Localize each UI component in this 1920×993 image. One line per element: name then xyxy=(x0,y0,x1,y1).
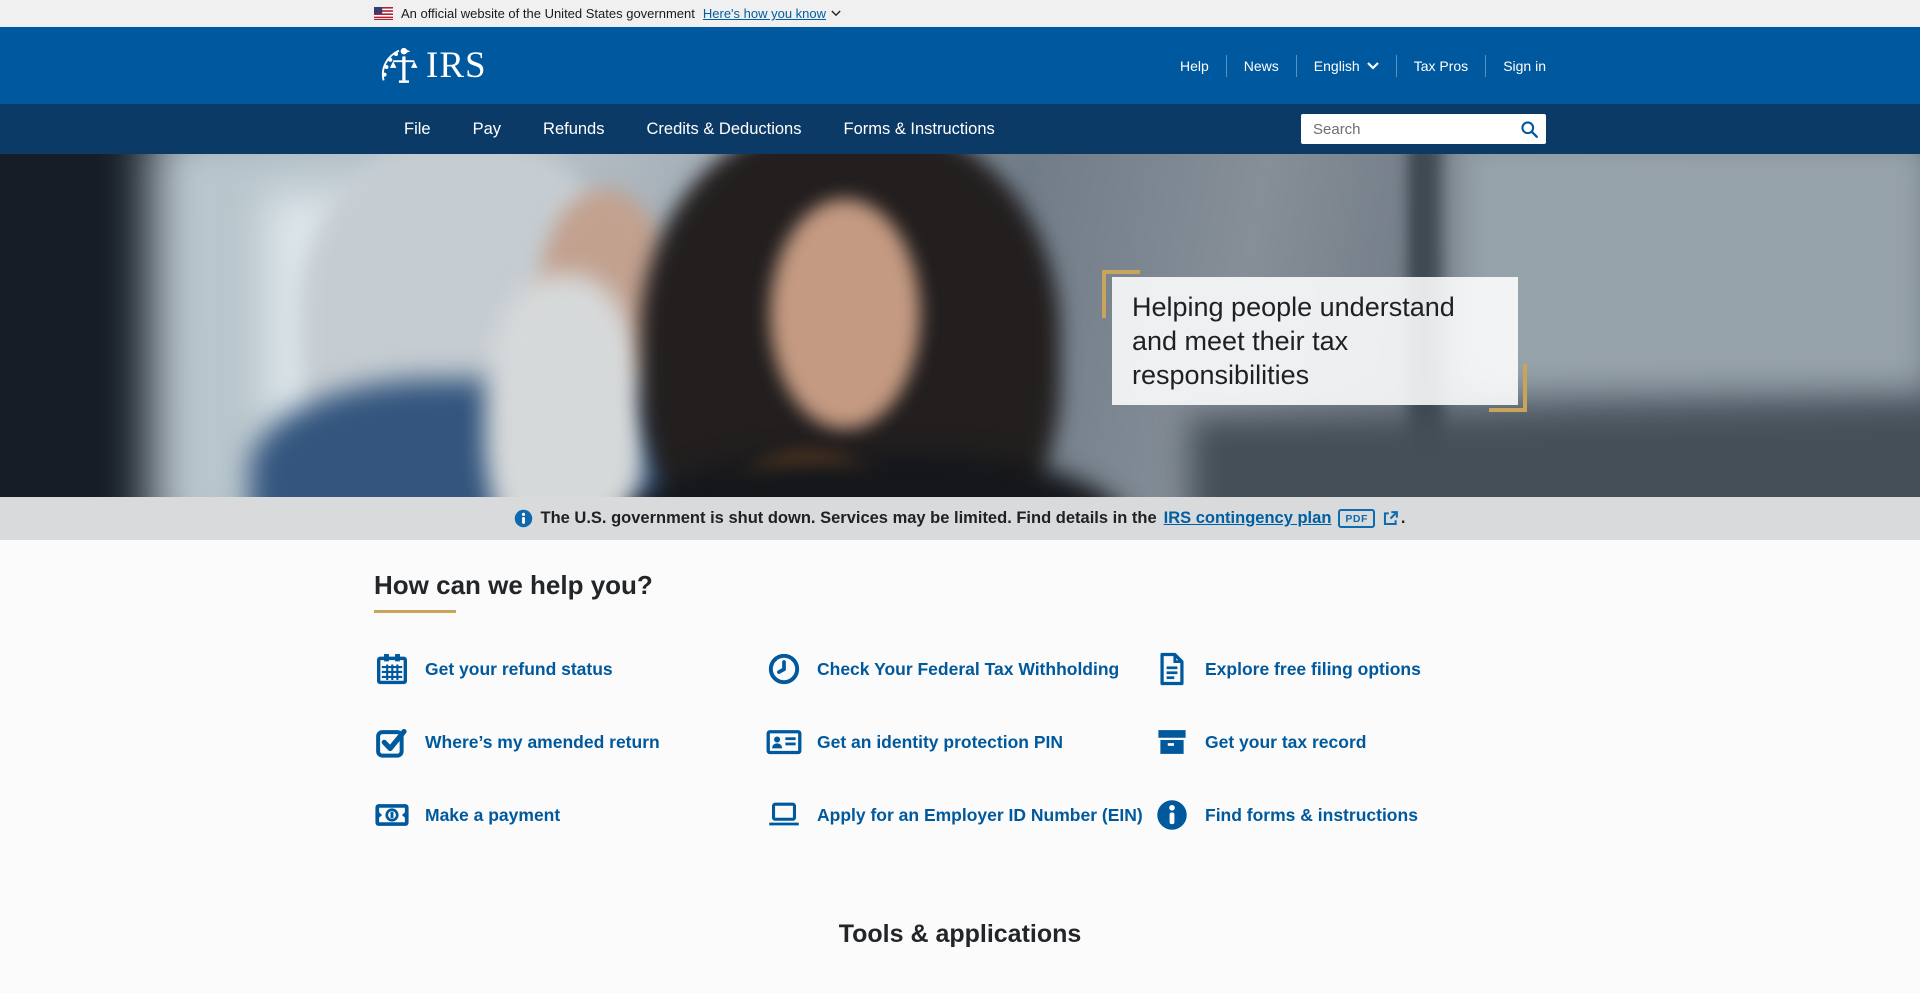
alert-period: . xyxy=(1401,509,1406,528)
help-link-label: Get your tax record xyxy=(1205,732,1366,753)
calendar-icon xyxy=(374,651,410,687)
id-card-icon xyxy=(766,724,802,760)
hero-photo xyxy=(0,154,1920,497)
tax-withholding-link[interactable]: Check Your Federal Tax Withholding xyxy=(766,651,1154,687)
help-link-label: Get your refund status xyxy=(425,659,613,680)
gov-banner: An official website of the United States… xyxy=(0,0,1920,27)
checkbox-icon xyxy=(374,724,410,760)
help-link-label: Check Your Federal Tax Withholding xyxy=(817,659,1119,680)
help-link-label: Apply for an Employer ID Number (EIN) xyxy=(817,805,1143,826)
make-payment-link[interactable]: Make a payment xyxy=(374,797,766,833)
apply-ein-link[interactable]: Apply for an Employer ID Number (EIN) xyxy=(766,797,1154,833)
help-link-label: Where’s my amended return xyxy=(425,732,660,753)
help-link[interactable]: Help xyxy=(1163,55,1226,77)
search-box xyxy=(1301,114,1546,144)
news-link[interactable]: News xyxy=(1226,55,1296,77)
main-nav: File Pay Refunds Credits & Deductions Fo… xyxy=(0,104,1920,154)
chevron-down-icon xyxy=(831,10,841,17)
info-circle-icon xyxy=(1154,797,1190,833)
search-input[interactable] xyxy=(1301,114,1546,144)
help-section: How can we help you? Get your refund sta… xyxy=(0,540,1920,993)
money-bill-icon xyxy=(374,797,410,833)
us-flag-icon xyxy=(374,7,393,20)
help-link-label: Find forms & instructions xyxy=(1205,805,1418,826)
info-icon xyxy=(514,509,533,528)
help-link-label: Explore free filing options xyxy=(1205,659,1421,680)
laptop-icon xyxy=(766,797,802,833)
irs-logo[interactable]: IRS xyxy=(374,44,487,88)
nav-item-forms-instructions[interactable]: Forms & Instructions xyxy=(823,104,1016,154)
chevron-down-icon xyxy=(1367,62,1379,70)
search-icon xyxy=(1520,120,1539,139)
irs-logo-text: IRS xyxy=(426,44,487,87)
help-link-label: Make a payment xyxy=(425,805,560,826)
archive-box-icon xyxy=(1154,724,1190,760)
tax-record-link[interactable]: Get your tax record xyxy=(1154,724,1546,760)
refund-status-link[interactable]: Get your refund status xyxy=(374,651,766,687)
hero-caption: Helping people understand and meet their… xyxy=(1112,277,1518,405)
alert-bar: The U.S. government is shut down. Servic… xyxy=(0,497,1920,540)
hero-caption-text: Helping people understand and meet their… xyxy=(1132,292,1455,390)
irs-contingency-plan-link[interactable]: IRS contingency plan xyxy=(1164,509,1332,528)
language-selector[interactable]: English xyxy=(1296,55,1396,77)
site-header: IRS Help News English Tax Pros Sign in xyxy=(0,27,1920,104)
gold-underline xyxy=(374,610,456,613)
search-button[interactable] xyxy=(1515,117,1543,141)
irs-homepage: An official website of the United States… xyxy=(0,0,1920,993)
document-icon xyxy=(1154,651,1190,687)
alert-text: The U.S. government is shut down. Servic… xyxy=(540,509,1156,528)
pdf-badge: PDF xyxy=(1338,509,1375,528)
nav-item-pay[interactable]: Pay xyxy=(452,104,522,154)
help-link-label: Get an identity protection PIN xyxy=(817,732,1063,753)
nav-item-file[interactable]: File xyxy=(374,104,452,154)
nav-item-refunds[interactable]: Refunds xyxy=(522,104,625,154)
utility-nav: Help News English Tax Pros Sign in xyxy=(1163,55,1546,77)
tax-pros-link[interactable]: Tax Pros xyxy=(1396,55,1485,77)
forms-instructions-link[interactable]: Find forms & instructions xyxy=(1154,797,1546,833)
clock-icon xyxy=(766,651,802,687)
free-filing-link[interactable]: Explore free filing options xyxy=(1154,651,1546,687)
external-link-icon[interactable] xyxy=(1382,510,1399,527)
heres-how-you-know-link[interactable]: Here's how you know xyxy=(703,6,841,21)
tools-heading: Tools & applications xyxy=(374,919,1546,949)
help-links-grid: Get your refund status Check Your Federa… xyxy=(374,651,1546,833)
nav-item-credits-deductions[interactable]: Credits & Deductions xyxy=(626,104,823,154)
help-heading: How can we help you? xyxy=(374,570,1546,600)
amended-return-link[interactable]: Where’s my amended return xyxy=(374,724,766,760)
irs-eagle-emblem-icon xyxy=(374,44,420,88)
gov-banner-text: An official website of the United States… xyxy=(401,6,695,21)
sign-in-link[interactable]: Sign in xyxy=(1485,55,1546,77)
hero-banner: Helping people understand and meet their… xyxy=(0,154,1920,497)
identity-pin-link[interactable]: Get an identity protection PIN xyxy=(766,724,1154,760)
